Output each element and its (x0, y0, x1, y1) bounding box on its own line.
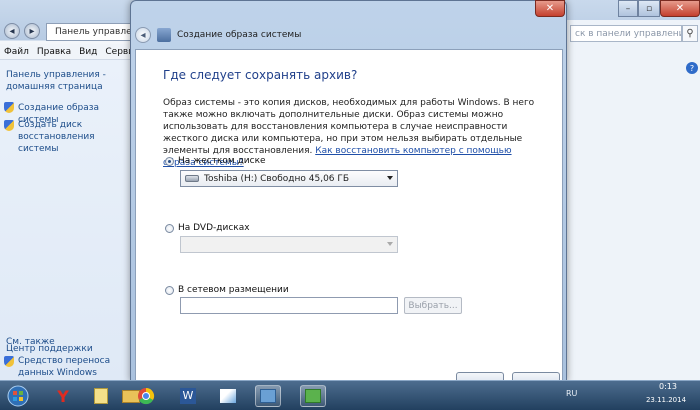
paint-icon[interactable] (215, 385, 241, 407)
page-title: Где следует сохранять архив? (163, 68, 358, 82)
dialog-back-button[interactable]: ◂ (135, 27, 151, 43)
disk-select[interactable]: Toshiba (H:) Свободно 45,06 ГБ (180, 170, 398, 187)
address-bar[interactable]: Панель управле (46, 23, 132, 41)
sidebar-home-link[interactable]: Панель управления - домашняя страница (6, 69, 124, 93)
dialog-header: ◂ Создание образа системы (135, 23, 563, 47)
chevron-down-icon (387, 242, 393, 246)
menu-file[interactable]: Файл (0, 47, 33, 57)
dvd-select[interactable] (180, 236, 398, 253)
menu-bar: Файл Правка Вид Сервис (0, 44, 139, 60)
create-image-dialog: ✕ ◂ Создание образа системы Где следует … (130, 0, 567, 384)
sidebar: Панель управления - домашняя страница Со… (0, 60, 132, 380)
dialog-body: Где следует сохранять архив? Образ систе… (135, 49, 563, 384)
forward-button[interactable]: ▸ (24, 23, 40, 39)
minimize-button[interactable]: – (618, 0, 638, 17)
dialog-close-button[interactable]: ✕ (535, 0, 565, 17)
chevron-down-icon (387, 176, 393, 180)
taskbar: Y W (0, 380, 700, 410)
shield-icon (4, 102, 14, 113)
radio-dvd-label[interactable]: На DVD-дисках (178, 223, 250, 233)
sidebar-item-easy-transfer[interactable]: Средство переноса данных Windows (18, 355, 130, 379)
notes-icon[interactable] (88, 385, 114, 407)
shield-icon (4, 120, 14, 131)
close-window-button[interactable]: ✕ (660, 0, 700, 17)
maximize-button[interactable]: ▫ (638, 0, 660, 17)
start-orb-icon[interactable] (4, 385, 32, 407)
content-area (566, 20, 700, 380)
address-text: Панель управле (55, 27, 132, 37)
hard-disk-icon (185, 175, 199, 182)
radio-dvd[interactable] (165, 224, 174, 233)
menu-view[interactable]: Вид (75, 47, 101, 57)
chrome-icon[interactable] (133, 385, 159, 407)
disk-select-value: Toshiba (H:) Свободно 45,06 ГБ (204, 173, 350, 184)
word-icon[interactable]: W (175, 385, 201, 407)
search-input[interactable]: ск в панели управления (570, 25, 682, 42)
radio-network-label[interactable]: В сетевом размещении (178, 285, 289, 295)
radio-hard-disk-label[interactable]: На жестком диске (178, 156, 266, 166)
yandex-browser-icon[interactable]: Y (50, 385, 76, 407)
backup-icon (157, 28, 171, 42)
dialog-title: Создание образа системы (177, 30, 302, 40)
clock-time[interactable]: 0:13 (648, 382, 688, 391)
help-icon[interactable]: ? (686, 62, 698, 74)
shield-icon (4, 356, 14, 367)
sidebar-item-recovery-disc[interactable]: Создать диск восстановления системы (18, 119, 130, 155)
radio-network[interactable] (165, 286, 174, 295)
search-icon[interactable]: ⚲ (682, 25, 698, 42)
menu-edit[interactable]: Правка (33, 47, 75, 57)
browse-button[interactable]: Выбрать... (404, 297, 462, 314)
back-button[interactable]: ◂ (4, 23, 20, 39)
control-panel-icon[interactable] (255, 385, 281, 407)
network-path-input[interactable] (180, 297, 398, 314)
backup-icon[interactable] (300, 385, 326, 407)
clock-date[interactable]: 23.11.2014 (640, 396, 692, 404)
sidebar-item-support-center[interactable]: Центр поддержки (6, 343, 118, 355)
radio-hard-disk[interactable] (165, 157, 174, 166)
language-indicator[interactable]: RU (566, 389, 577, 398)
